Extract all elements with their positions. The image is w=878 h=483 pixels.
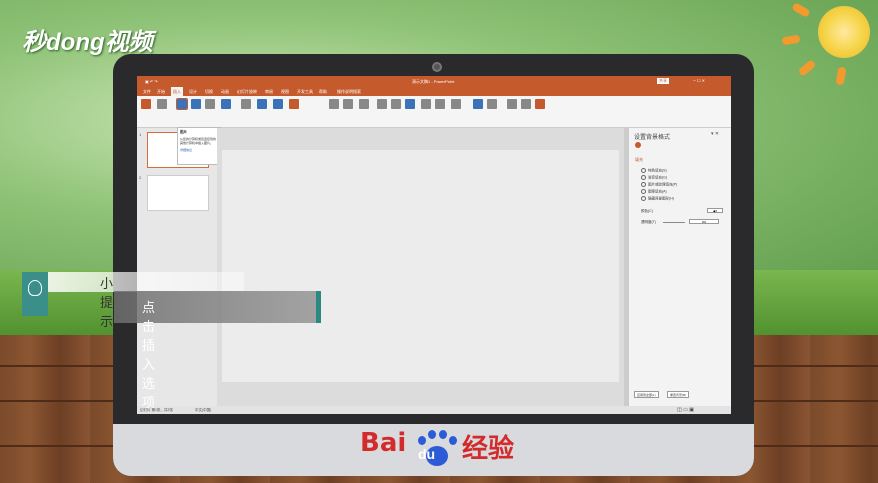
sun-icon — [818, 6, 870, 58]
tell-me-search[interactable]: 操作说明搜索 — [337, 89, 361, 95]
equation-icon[interactable] — [473, 99, 483, 109]
tooltip-more-link[interactable]: 详细信息 — [180, 148, 218, 152]
checkbox-hide-background[interactable]: 隐藏背景图形(H) — [641, 196, 674, 201]
baidu-logo-text: Bai — [360, 428, 407, 458]
tab-home[interactable]: 开始 — [157, 89, 165, 95]
camera-icon — [432, 62, 442, 72]
format-background-panel: 设置背景格式 ▾ ✕ 填充 纯色填充(S) 渐变填充(G) 图片或纹理填充(P)… — [628, 128, 731, 406]
tab-file[interactable]: 文件 — [143, 89, 151, 95]
title-bar: ▣ ↶ ↷ 演示文稿1 - PowerPoint 共享 ─ ☐ ✕ — [137, 76, 731, 87]
tab-animations[interactable]: 动画 — [221, 89, 229, 95]
transparency-slider[interactable] — [663, 222, 685, 223]
fill-section-title[interactable]: 填充 — [635, 157, 643, 163]
language-status[interactable]: 中文(中国) — [195, 408, 211, 413]
header-footer-icon[interactable] — [391, 99, 401, 109]
textbox-icon[interactable] — [377, 99, 387, 109]
tip-icon-box — [22, 272, 48, 316]
transparency-input[interactable]: 0% — [689, 219, 719, 224]
shapes-icon[interactable] — [241, 99, 251, 109]
table-icon[interactable] — [157, 99, 167, 109]
paw-toe — [428, 430, 436, 439]
tab-view[interactable]: 视图 — [281, 89, 289, 95]
tooltip-body: 从您的计算机或您连接到的其他计算机中插入图片。 — [180, 137, 217, 145]
slide-editor — [217, 128, 625, 406]
jingyan-text: 经验 — [462, 433, 515, 463]
paw-toe — [418, 436, 426, 445]
baidu-du-text: du — [418, 446, 436, 462]
slide-thumbnail[interactable] — [147, 175, 209, 211]
screenshot-icon[interactable] — [205, 99, 215, 109]
panel-title: 设置背景格式 — [634, 135, 671, 141]
tip-title: 小提示 — [100, 276, 114, 329]
new-slide-icon[interactable] — [141, 99, 151, 109]
tab-slideshow[interactable]: 幻灯片放映 — [237, 89, 257, 95]
comment-icon[interactable] — [359, 99, 369, 109]
color-label: 颜色(C) — [641, 209, 653, 213]
action-icon[interactable] — [343, 99, 353, 109]
tab-insert[interactable]: 插入 — [171, 87, 183, 96]
quick-access-icon[interactable]: ▣ ↶ ↷ — [145, 79, 158, 84]
slide-canvas[interactable] — [222, 150, 619, 382]
fill-icon[interactable] — [635, 142, 641, 148]
color-picker-button[interactable]: ◆▾ — [707, 208, 723, 213]
status-bar: 幻灯片 第1张，共2张 中文(中国) ◫ ▭ ▣ — [137, 406, 731, 414]
view-buttons[interactable]: ◫ ▭ ▣ — [677, 407, 694, 413]
tab-developer[interactable]: 开发工具 — [297, 89, 313, 95]
addins-icon[interactable] — [289, 99, 299, 109]
transparency-label: 透明度(T) — [641, 220, 656, 224]
brand-logo: 秒dong视频 — [22, 29, 153, 56]
screen-recording-icon[interactable] — [535, 99, 545, 109]
tab-review[interactable]: 审阅 — [265, 89, 273, 95]
tab-transitions[interactable]: 切换 — [205, 89, 213, 95]
radio-solid-fill[interactable]: 纯色填充(S) — [641, 168, 667, 173]
zoom-icon[interactable] — [329, 99, 339, 109]
radio-gradient-fill[interactable]: 渐变填充(G) — [641, 175, 667, 180]
tab-help[interactable]: 帮助 — [319, 89, 327, 95]
album-icon[interactable] — [221, 99, 231, 109]
share-button[interactable]: 共享 — [657, 78, 669, 84]
paw-toe — [439, 430, 447, 439]
lightbulb-icon — [28, 280, 42, 296]
tip-accent — [316, 291, 321, 323]
date-time-icon[interactable] — [421, 99, 431, 109]
ribbon-tabs: 文件 开始 插入 设计 切换 动画 幻灯片放映 审阅 视图 开发工具 帮助 操作… — [137, 87, 731, 96]
tooltip-title: 图片 — [180, 130, 187, 134]
radio-pattern-fill[interactable]: 图案填充(A) — [641, 189, 667, 194]
scene: 秒dong视频 ▣ ↶ ↷ 演示文稿1 - PowerPoint 共享 ─ ☐ … — [0, 0, 878, 483]
reset-background-button[interactable]: 重置背景(B) — [667, 391, 689, 398]
window-title: 演示文稿1 - PowerPoint — [412, 79, 455, 84]
tip-title-bar — [48, 272, 244, 292]
slide-number: 2 — [139, 175, 142, 180]
online-picture-icon[interactable] — [191, 99, 201, 109]
panel-close-icon[interactable]: ▾ ✕ — [711, 131, 719, 137]
app-window: ▣ ↶ ↷ 演示文稿1 - PowerPoint 共享 ─ ☐ ✕ 文件 开始 … — [137, 76, 731, 414]
paw-toe — [449, 436, 457, 445]
smartart-icon[interactable] — [257, 99, 267, 109]
video-icon[interactable] — [507, 99, 517, 109]
wordart-icon[interactable] — [405, 99, 415, 109]
slide-number-icon[interactable] — [435, 99, 445, 109]
symbol-icon[interactable] — [487, 99, 497, 109]
window-controls[interactable]: ─ ☐ ✕ — [693, 78, 705, 83]
tip-text: 点击插入选项 — [142, 300, 156, 410]
audio-icon[interactable] — [521, 99, 531, 109]
radio-picture-fill[interactable]: 图片或纹理填充(P) — [641, 182, 677, 187]
picture-tooltip: 图片 从您的计算机或您连接到的其他计算机中插入图片。 详细信息 — [177, 127, 221, 165]
tab-design[interactable]: 设计 — [189, 89, 197, 95]
slide-number: 1 — [139, 132, 142, 137]
object-icon[interactable] — [451, 99, 461, 109]
chart-icon[interactable] — [273, 99, 283, 109]
picture-icon[interactable] — [176, 98, 188, 110]
apply-to-all-button[interactable]: 应用到全部(L) — [634, 391, 659, 398]
ribbon — [137, 96, 731, 128]
